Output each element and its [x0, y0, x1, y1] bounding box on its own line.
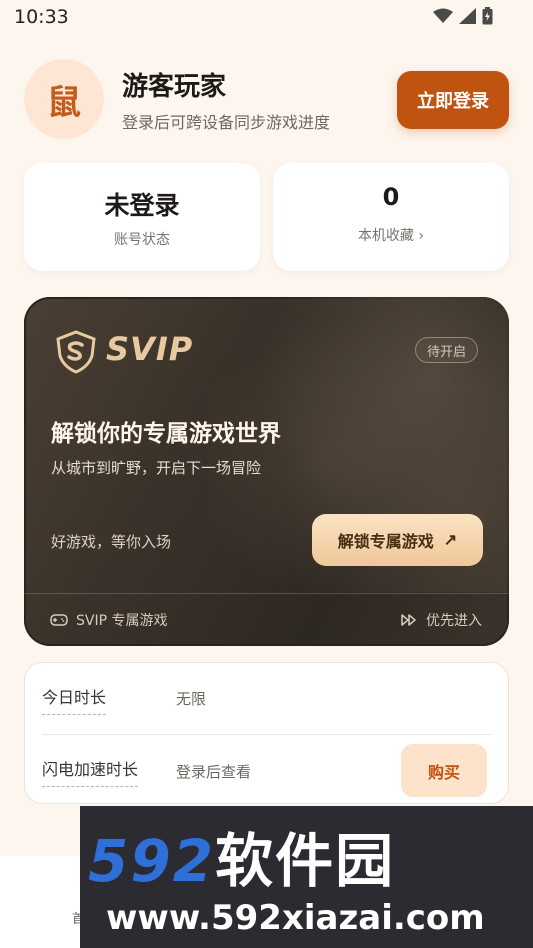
svip-card[interactable]: SVIP 待开启 解锁你的专属游戏世界 从城市到旷野，开启下一场冒险 好游戏，等… — [24, 297, 509, 646]
svip-shield-icon — [56, 330, 96, 374]
favorites-label[interactable]: 本机收藏 › — [273, 225, 509, 245]
svip-brand: SVIP — [106, 330, 194, 368]
duration-card: 今日时长 无限 闪电加速时长 登录后查看 购买 — [24, 662, 509, 804]
fast-forward-icon — [401, 614, 416, 626]
status-time: 10:33 — [14, 6, 69, 28]
account-status-value: 未登录 — [104, 191, 180, 220]
watermark-banner: 592软件园 www.592xiazai.com — [80, 806, 533, 948]
battery-icon — [482, 7, 493, 25]
profile-name: 游客玩家 — [122, 72, 227, 102]
row-divider — [42, 734, 492, 735]
watermark-title: 592软件园 — [88, 814, 395, 898]
svip-divider — [24, 593, 509, 594]
priority-entry-link[interactable]: 优先进入 — [400, 610, 482, 630]
account-status-label: 账号状态 — [114, 232, 170, 248]
boost-duration-label: 闪电加速时长 — [42, 756, 139, 787]
unlock-games-button[interactable]: 解锁专属游戏 ↗ — [312, 514, 483, 566]
svip-games-label: SVIP 专属游戏 — [76, 613, 168, 629]
profile-subtitle: 登录后可跨设备同步游戏进度 — [122, 113, 331, 132]
favorites-count: 0 — [382, 183, 400, 211]
svip-subtitle: 从城市到旷野，开启下一场冒险 — [51, 459, 262, 477]
today-duration-value: 无限 — [176, 690, 207, 708]
watermark-digits: 592 — [88, 827, 216, 895]
watermark-url: www.592xiazai.com — [106, 898, 485, 938]
arrow-up-right-icon: ↗ — [443, 532, 458, 549]
avatar-glyph: 鼠 — [47, 82, 81, 123]
svip-title: 解锁你的专属游戏世界 — [51, 421, 281, 447]
favorites-card[interactable]: 0 本机收藏 › — [273, 163, 509, 271]
signal-icon — [459, 8, 476, 24]
svip-status-badge: 待开启 — [415, 337, 479, 363]
login-button[interactable]: 立即登录 — [397, 71, 509, 129]
gamepad-icon — [50, 614, 68, 626]
wifi-icon — [433, 8, 453, 23]
priority-entry-label: 优先进入 — [426, 613, 482, 629]
buy-button[interactable]: 购买 — [401, 744, 487, 797]
boost-duration-value: 登录后查看 — [176, 763, 252, 781]
watermark-cn: 软件园 — [215, 827, 396, 895]
status-icons — [433, 7, 493, 25]
status-bar: 10:33 — [0, 0, 533, 38]
svip-games-link[interactable]: SVIP 专属游戏 — [50, 610, 168, 630]
account-status-card: 未登录 账号状态 — [24, 163, 260, 271]
today-duration-label: 今日时长 — [42, 684, 107, 715]
avatar[interactable]: 鼠 — [24, 59, 104, 139]
svip-tagline: 好游戏，等你入场 — [51, 533, 172, 551]
unlock-games-label: 解锁专属游戏 — [337, 534, 434, 551]
